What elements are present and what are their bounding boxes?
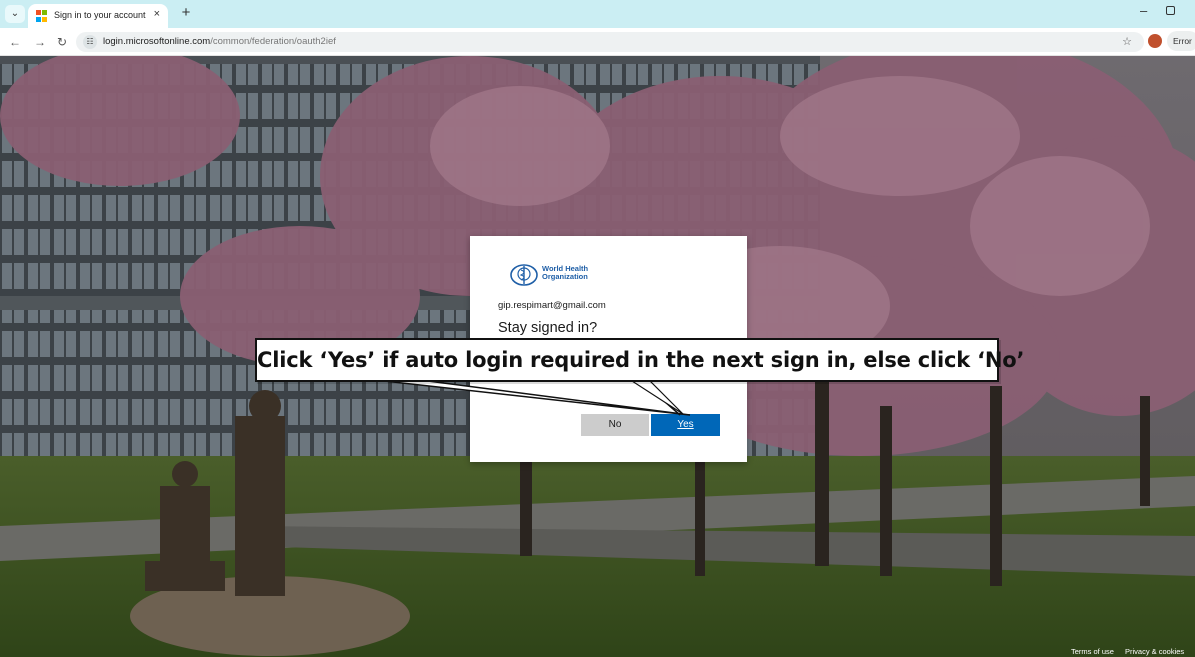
reload-icon[interactable]: ↻ bbox=[57, 34, 67, 50]
browser-tab-active[interactable]: Sign in to your account × bbox=[28, 4, 168, 28]
address-bar[interactable]: ☷ login.microsoftonline.com/common/feder… bbox=[76, 32, 1144, 52]
bookmark-star-icon[interactable]: ☆ bbox=[1122, 35, 1132, 48]
callout-text: Click ‘Yes’ if auto login required in th… bbox=[257, 348, 1025, 372]
org-name-line2: Organization bbox=[542, 272, 588, 281]
error-badge-button[interactable]: Error bbox=[1167, 31, 1195, 51]
tab-strip: ⌄ Sign in to your account × + – bbox=[0, 0, 1195, 28]
url-text[interactable]: login.microsoftonline.com/common/federat… bbox=[103, 36, 336, 47]
tab-title: Sign in to your account bbox=[54, 10, 146, 20]
who-emblem-icon bbox=[510, 264, 538, 286]
site-info-icon[interactable]: ☷ bbox=[83, 35, 97, 49]
tab-search-menu-icon[interactable]: ⌄ bbox=[5, 5, 25, 23]
terms-of-use-link[interactable]: Terms of use bbox=[1071, 647, 1114, 656]
browser-toolbar: ← → ↻ ☷ login.microsoftonline.com/common… bbox=[0, 28, 1195, 56]
restore-window-icon[interactable] bbox=[1166, 6, 1175, 15]
profile-avatar-icon[interactable] bbox=[1148, 34, 1162, 48]
who-logo: World Health Organization bbox=[510, 264, 630, 286]
new-tab-button[interactable]: + bbox=[177, 4, 195, 22]
yes-button[interactable]: Yes bbox=[651, 414, 720, 436]
forward-icon[interactable]: → bbox=[34, 34, 46, 50]
privacy-cookies-link[interactable]: Privacy & cookies bbox=[1125, 647, 1184, 656]
back-icon[interactable]: ← bbox=[9, 34, 21, 50]
instruction-callout: Click ‘Yes’ if auto login required in th… bbox=[255, 338, 1025, 382]
account-email: gip.respimart@gmail.com bbox=[498, 300, 606, 311]
microsoft-logo-icon bbox=[36, 10, 48, 22]
no-button[interactable]: No bbox=[581, 414, 649, 436]
dialog-title: Stay signed in? bbox=[498, 320, 598, 336]
tab-close-icon[interactable]: × bbox=[154, 8, 160, 20]
minimize-window-icon[interactable]: – bbox=[1140, 3, 1147, 18]
